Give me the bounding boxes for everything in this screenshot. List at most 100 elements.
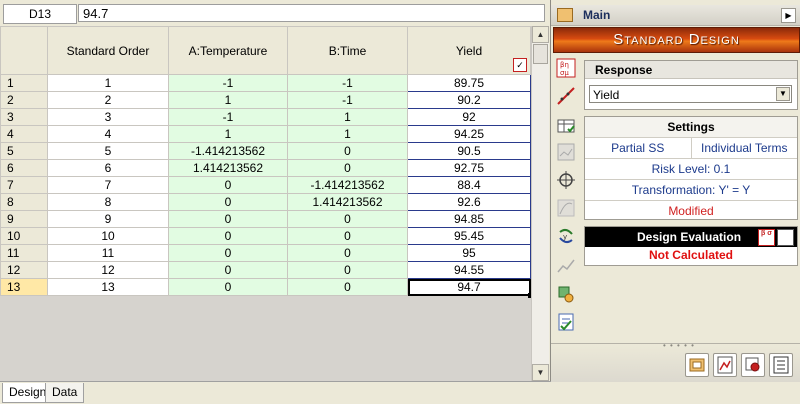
chevron-down-icon[interactable]: ▼ [776, 87, 790, 101]
scroll-thumb[interactable] [533, 44, 548, 64]
regression-plot-icon[interactable] [556, 86, 576, 106]
cell-temperature[interactable]: 0 [168, 193, 288, 211]
row-number[interactable]: 7 [0, 176, 48, 194]
response-select[interactable]: Yield ▼ [589, 85, 792, 103]
cell-standard-order[interactable]: 5 [47, 142, 169, 160]
trend-disabled-icon[interactable] [556, 256, 576, 276]
cell-yield[interactable]: 94.85 [407, 210, 531, 228]
header-time[interactable]: B:Time [287, 26, 408, 75]
cell-time[interactable]: 0 [287, 227, 408, 245]
risk-level-link[interactable]: Risk Level: 0.1 [585, 159, 797, 180]
curve-disabled-icon[interactable] [556, 198, 576, 218]
cell-time[interactable]: 0 [287, 159, 408, 177]
cell-temperature[interactable]: 0 [168, 278, 288, 296]
simulation-icon[interactable] [556, 284, 576, 304]
cell-temperature[interactable]: 0 [168, 227, 288, 245]
scroll-down-icon[interactable]: ▼ [532, 364, 549, 381]
row-number[interactable]: 11 [0, 244, 48, 262]
cell-temperature[interactable]: 0 [168, 244, 288, 262]
row-number[interactable]: 9 [0, 210, 48, 228]
cell-yield[interactable]: 89.75 [407, 74, 531, 92]
header-standard-order[interactable]: Standard Order [47, 26, 169, 75]
cell-yield[interactable]: 92.6 [407, 193, 531, 211]
cell-yield[interactable]: 95.45 [407, 227, 531, 245]
grid-disabled-icon[interactable] [556, 142, 576, 162]
cell-temperature[interactable]: 0 [168, 261, 288, 279]
cell-temperature[interactable]: 1 [168, 91, 288, 109]
cell-yield[interactable]: 92.75 [407, 159, 531, 177]
cell-time[interactable]: 0 [287, 278, 408, 296]
panel-next-icon[interactable]: ▶ [781, 8, 796, 23]
cell-temperature[interactable]: 1 [168, 125, 288, 143]
cell-standard-order[interactable]: 7 [47, 176, 169, 194]
cell-standard-order[interactable]: 3 [47, 108, 169, 126]
grid-corner[interactable] [0, 26, 48, 75]
row-number[interactable]: 8 [0, 193, 48, 211]
row-number[interactable]: 6 [0, 159, 48, 177]
cell-yield[interactable]: 94.55 [407, 261, 531, 279]
header-temperature[interactable]: A:Temperature [168, 26, 288, 75]
response-check-icon[interactable]: ✓ [513, 58, 527, 72]
cell-temperature[interactable]: 0 [168, 210, 288, 228]
formula-input[interactable]: 94.7 [78, 4, 545, 22]
cell-time[interactable]: 0 [287, 210, 408, 228]
report-icon[interactable] [769, 353, 793, 377]
cell-temperature[interactable]: -1 [168, 108, 288, 126]
cell-standard-order[interactable]: 9 [47, 210, 169, 228]
cell-temperature[interactable]: -1.414213562 [168, 142, 288, 160]
optimize-arrows-icon[interactable]: y [556, 226, 576, 246]
anova-table-icon[interactable] [556, 116, 576, 136]
cell-temperature[interactable]: -1 [168, 74, 288, 92]
row-number[interactable]: 3 [0, 108, 48, 126]
partial-ss-link[interactable]: Partial SS [585, 138, 692, 158]
cell-time[interactable]: 0 [287, 244, 408, 262]
cell-time[interactable]: 0 [287, 142, 408, 160]
cell-time[interactable]: -1 [287, 91, 408, 109]
cell-yield[interactable]: 95 [407, 244, 531, 262]
cell-yield[interactable]: 94.7 [407, 278, 533, 298]
cell-standard-order[interactable]: 2 [47, 91, 169, 109]
row-number[interactable]: 10 [0, 227, 48, 245]
cell-yield[interactable]: 92 [407, 108, 531, 126]
scroll-up-icon[interactable]: ▲ [532, 26, 549, 43]
row-number[interactable]: 5 [0, 142, 48, 160]
main-view-icon[interactable] [685, 353, 709, 377]
cell-time[interactable]: 1 [287, 108, 408, 126]
vertical-scrollbar[interactable]: ▲ ▼ [531, 26, 549, 381]
cell-time[interactable]: 1 [287, 125, 408, 143]
plot-sheet-icon[interactable] [713, 353, 737, 377]
resize-grip[interactable]: • • • • • [663, 341, 695, 350]
beta-sigma-mu-icon[interactable]: βη σμ [556, 58, 576, 78]
list-icon[interactable] [777, 229, 794, 246]
analysis-icon[interactable] [741, 353, 765, 377]
cell-yield[interactable]: 90.5 [407, 142, 531, 160]
cell-reference-box[interactable]: D13 [3, 4, 77, 24]
cell-temperature[interactable]: 0 [168, 176, 288, 194]
cell-standard-order[interactable]: 10 [47, 227, 169, 245]
cell-time[interactable]: -1 [287, 74, 408, 92]
cell-standard-order[interactable]: 11 [47, 244, 169, 262]
cell-standard-order[interactable]: 12 [47, 261, 169, 279]
cell-standard-order[interactable]: 13 [47, 278, 169, 296]
individual-terms-link[interactable]: Individual Terms [692, 138, 798, 158]
row-number[interactable]: 1 [0, 74, 48, 92]
cell-time[interactable]: 1.414213562 [287, 193, 408, 211]
cell-yield[interactable]: 90.2 [407, 91, 531, 109]
row-number[interactable]: 2 [0, 91, 48, 109]
target-icon[interactable] [556, 170, 576, 190]
beta-sigma-icon[interactable]: β σ [758, 229, 775, 246]
row-number[interactable]: 13 [0, 278, 48, 296]
cell-standard-order[interactable]: 6 [47, 159, 169, 177]
cell-standard-order[interactable]: 8 [47, 193, 169, 211]
checklist-icon[interactable] [556, 312, 576, 332]
row-number[interactable]: 4 [0, 125, 48, 143]
cell-yield[interactable]: 88.4 [407, 176, 531, 194]
transformation-link[interactable]: Transformation: Y' = Y [585, 180, 797, 201]
row-number[interactable]: 12 [0, 261, 48, 279]
cell-time[interactable]: 0 [287, 261, 408, 279]
cell-time[interactable]: -1.414213562 [287, 176, 408, 194]
cell-standard-order[interactable]: 1 [47, 74, 169, 92]
cell-temperature[interactable]: 1.414213562 [168, 159, 288, 177]
tab-data[interactable]: Data [45, 383, 85, 403]
cell-yield[interactable]: 94.25 [407, 125, 531, 143]
